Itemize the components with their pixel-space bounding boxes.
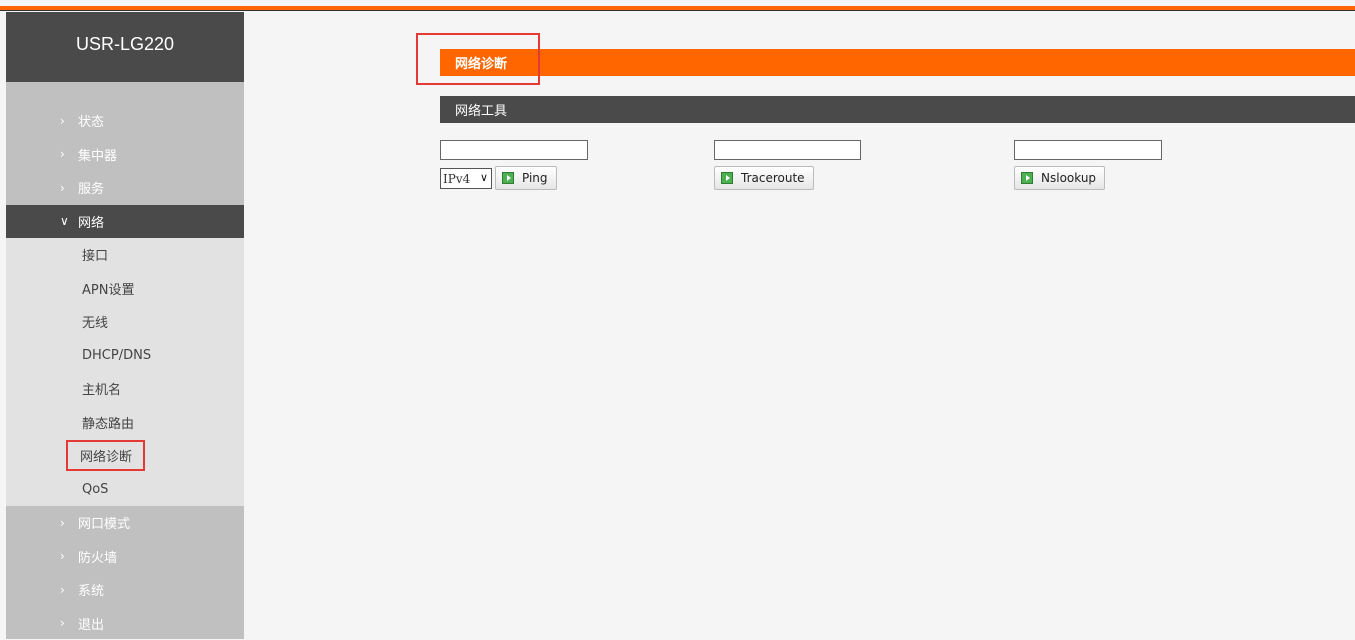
menu-item-label: 网口模式 [78, 513, 130, 532]
menu-item-concentrator[interactable]: › 集中器 [6, 138, 244, 172]
ping-button-label: Ping [522, 171, 548, 185]
menu-item-port-mode[interactable]: › 网口模式 [6, 506, 244, 540]
sub-item-label: DHCP/DNS [82, 348, 151, 363]
chevron-right-icon: › [60, 616, 78, 630]
traceroute-host-input[interactable] [714, 140, 861, 160]
sub-item-dhcp-dns[interactable]: DHCP/DNS [6, 339, 244, 373]
sub-item-label: QoS [82, 482, 108, 497]
menu-item-label: 系统 [78, 580, 104, 599]
chevron-right-icon: › [60, 583, 78, 597]
sub-item-label: 主机名 [82, 379, 121, 398]
chevron-down-icon: ∨ [480, 171, 488, 184]
sub-item-label: 静态路由 [82, 413, 134, 432]
sub-item-interfaces[interactable]: 接口 [6, 238, 244, 272]
nslookup-button-label: Nslookup [1041, 171, 1096, 185]
sub-item-static-routes[interactable]: 静态路由 [6, 406, 244, 440]
page-title: 网络诊断 [440, 49, 1355, 76]
chevron-down-icon: ∨ [60, 214, 78, 228]
network-submenu: 接口 APN设置 无线 DHCP/DNS 主机名 静态路由 网络诊断 QoS [6, 238, 244, 506]
chevron-right-icon: › [60, 181, 78, 195]
sub-item-wireless[interactable]: 无线 [6, 305, 244, 339]
protocol-select[interactable]: IPv4 ∨ [440, 168, 492, 189]
play-icon [1021, 172, 1033, 184]
menu-item-logout[interactable]: › 退出 [6, 607, 244, 640]
sub-item-label: 无线 [82, 312, 108, 331]
chevron-right-icon: › [60, 516, 78, 530]
sub-item-hostname[interactable]: 主机名 [6, 372, 244, 406]
brand-title: USR-LG220 [6, 12, 244, 82]
sub-item-apn[interactable]: APN设置 [6, 272, 244, 306]
main-content: 网络诊断 网络工具 IPv4 ∨ Ping Traceroute Nslooku… [244, 12, 1355, 639]
top-divider [0, 10, 1355, 11]
menu-item-label: 状态 [78, 111, 104, 130]
menu-item-label: 集中器 [78, 145, 117, 164]
nslookup-button[interactable]: Nslookup [1014, 166, 1105, 190]
sub-item-label: APN设置 [82, 279, 134, 298]
sub-item-qos[interactable]: QoS [6, 473, 244, 507]
nslookup-host-input[interactable] [1014, 140, 1162, 160]
sub-item-label: 接口 [82, 245, 108, 264]
menu-item-label: 防火墙 [78, 547, 117, 566]
sub-item-label: 网络诊断 [66, 440, 145, 471]
protocol-select-value: IPv4 [443, 172, 470, 186]
traceroute-button[interactable]: Traceroute [714, 166, 814, 190]
menu-item-label: 退出 [78, 614, 104, 633]
menu-item-label: 服务 [78, 178, 104, 197]
title-highlight-box [416, 33, 540, 85]
menu-item-status[interactable]: › 状态 [6, 104, 244, 138]
ping-host-input[interactable] [440, 140, 588, 160]
sub-item-diagnostics[interactable]: 网络诊断 [6, 439, 244, 473]
section-title: 网络工具 [440, 96, 1355, 123]
traceroute-button-label: Traceroute [741, 171, 805, 185]
play-icon [502, 172, 514, 184]
menu-item-system[interactable]: › 系统 [6, 573, 244, 607]
play-icon [721, 172, 733, 184]
chevron-right-icon: › [60, 114, 78, 128]
chevron-right-icon: › [60, 549, 78, 563]
menu-item-firewall[interactable]: › 防火墙 [6, 540, 244, 574]
ping-button[interactable]: Ping [495, 166, 557, 190]
menu-item-network[interactable]: ∨ 网络 [6, 205, 244, 239]
sidebar-menu: › 状态 › 集中器 › 服务 ∨ 网络 接口 APN设置 无线 DHCP/DN… [6, 104, 244, 640]
menu-item-label: 网络 [78, 212, 104, 231]
menu-item-services[interactable]: › 服务 [6, 171, 244, 205]
chevron-right-icon: › [60, 147, 78, 161]
sidebar: USR-LG220 › 状态 › 集中器 › 服务 ∨ 网络 接口 APN设置 … [6, 12, 244, 639]
